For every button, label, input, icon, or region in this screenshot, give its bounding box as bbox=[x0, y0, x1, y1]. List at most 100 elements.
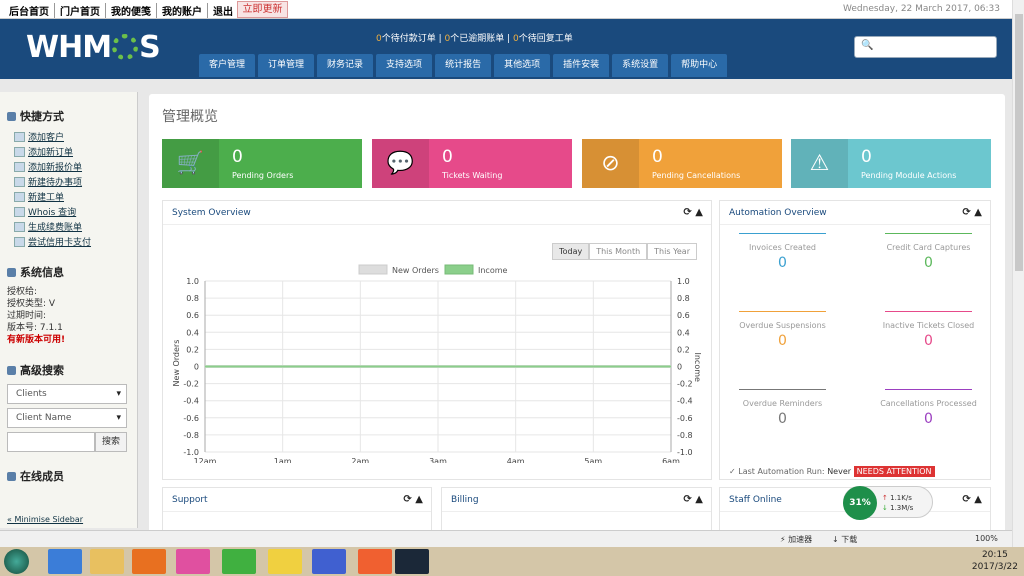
top-link-account[interactable]: 我的账户 bbox=[157, 3, 208, 18]
nav-billing[interactable]: 财务记录 bbox=[317, 54, 374, 77]
top-links: 后台首页 门户首页 我的便笺 我的账户 退出 bbox=[4, 3, 238, 18]
stat-bar bbox=[885, 233, 972, 234]
new-version-link[interactable]: 有新版本可用! bbox=[7, 334, 137, 346]
automation-stat[interactable]: Overdue Suspensions 0 bbox=[725, 311, 840, 349]
sysinfo-heading: 系统信息 bbox=[7, 264, 137, 280]
shortcut-new-ticket[interactable]: 新建工单 bbox=[14, 190, 137, 203]
collapse-icon[interactable]: ▲ bbox=[695, 207, 703, 218]
automation-stat-value: 0 bbox=[924, 333, 933, 349]
stat-bar bbox=[885, 311, 972, 312]
nav-clients[interactable]: 客户管理 bbox=[199, 54, 256, 77]
refresh-icon[interactable]: ⟳ bbox=[683, 494, 691, 505]
panel-title: Staff Online bbox=[729, 495, 782, 505]
collapse-icon[interactable]: ▲ bbox=[974, 494, 982, 505]
refresh-icon[interactable]: ⟳ bbox=[683, 207, 691, 218]
nav-setup[interactable]: 系统设置 bbox=[612, 54, 669, 77]
shortcut-add-order[interactable]: 添加新订单 bbox=[14, 145, 137, 158]
collapse-icon[interactable]: ▲ bbox=[695, 494, 703, 505]
overdue-invoices-alert[interactable]: 个已逾期账单 bbox=[450, 34, 504, 44]
needs-attention-badge[interactable]: NEEDS ATTENTION bbox=[853, 466, 935, 477]
top-link-notes[interactable]: 我的便笺 bbox=[106, 3, 157, 18]
pending-orders-alert[interactable]: 个待付款订单 bbox=[382, 34, 436, 44]
alert-summary: 0个待付款订单 | 0个已逾期账单 | 0个待回复工单 bbox=[376, 34, 573, 44]
top-link-admin-home[interactable]: 后台首页 bbox=[4, 3, 55, 18]
update-now-button[interactable]: 立即更新 bbox=[237, 1, 288, 18]
whmcs-logo[interactable]: WHM S bbox=[26, 30, 161, 65]
advanced-search-input[interactable] bbox=[7, 432, 95, 452]
panel-title: Billing bbox=[451, 495, 479, 505]
download-button[interactable]: ↓ 下载 bbox=[832, 534, 857, 545]
system-clock[interactable]: 20:15 2017/3/22 bbox=[972, 549, 1018, 573]
todo-icon bbox=[14, 176, 25, 187]
ie-icon[interactable] bbox=[48, 549, 82, 574]
app-triangle-icon[interactable] bbox=[312, 549, 346, 574]
nav-utilities[interactable]: 其他选项 bbox=[494, 54, 551, 77]
start-button[interactable] bbox=[4, 549, 29, 574]
steam-icon[interactable] bbox=[395, 549, 429, 574]
shortcut-renewal-invoices[interactable]: 生成续费账单 bbox=[14, 220, 137, 233]
sidebar: 快捷方式 添加客户 添加新订单 添加新报价单 新建待办事项 新建工单 Whois… bbox=[0, 92, 138, 528]
panel-title: Support bbox=[172, 495, 208, 505]
y2-tick-label: 1.0 bbox=[677, 277, 690, 286]
automation-stat[interactable]: Inactive Tickets Closed 0 bbox=[871, 311, 986, 349]
automation-stat[interactable]: Cancellations Processed 0 bbox=[871, 389, 986, 427]
automation-stat[interactable]: Overdue Reminders 0 bbox=[725, 389, 840, 427]
tab-this-month[interactable]: This Month bbox=[589, 243, 648, 260]
shortcut-add-client[interactable]: 添加客户 bbox=[14, 130, 137, 143]
automation-stat[interactable]: Invoices Created 0 bbox=[725, 233, 840, 271]
nav-orders[interactable]: 订单管理 bbox=[258, 54, 315, 77]
automation-stat[interactable]: Credit Card Captures 0 bbox=[871, 233, 986, 271]
chrome-icon[interactable] bbox=[176, 549, 210, 574]
accelerator-button[interactable]: ⚡ 加速器 bbox=[780, 534, 812, 545]
search-type-select[interactable]: Clients bbox=[7, 384, 127, 404]
collapse-icon[interactable]: ▲ bbox=[415, 494, 423, 505]
music-icon[interactable] bbox=[268, 549, 302, 574]
top-link-portal-home[interactable]: 门户首页 bbox=[55, 3, 106, 18]
stat-tickets-waiting[interactable]: 💬 0 Tickets Waiting bbox=[372, 139, 572, 188]
shortcut-whois[interactable]: Whois 查询 bbox=[14, 205, 137, 218]
minimise-sidebar-link[interactable]: « Minimise Sidebar bbox=[7, 515, 83, 524]
shortcut-cc-payment[interactable]: 尝试信用卡支付 bbox=[14, 235, 137, 248]
search-icon: 🔍 bbox=[861, 40, 874, 51]
refresh-icon[interactable]: ⟳ bbox=[962, 494, 970, 505]
search-input[interactable]: 🔍 bbox=[854, 36, 997, 58]
vertical-scrollbar[interactable] bbox=[1012, 0, 1024, 547]
tab-today[interactable]: Today bbox=[552, 243, 590, 260]
scrollbar-thumb[interactable] bbox=[1015, 14, 1023, 271]
zoom-level[interactable]: 100% bbox=[975, 534, 998, 543]
y-tick-label: -1.0 bbox=[183, 448, 199, 457]
nav-reports[interactable]: 统计报告 bbox=[435, 54, 492, 77]
refresh-icon[interactable]: ⟳ bbox=[403, 494, 411, 505]
automation-stat-label: Overdue Reminders bbox=[742, 399, 823, 408]
refresh-icon[interactable]: ⟳ bbox=[962, 207, 970, 218]
link-icon bbox=[7, 111, 16, 121]
stat-pending-cancellations[interactable]: ⊘ 0 Pending Cancellations bbox=[582, 139, 782, 188]
collapse-icon[interactable]: ▲ bbox=[974, 207, 982, 218]
network-monitor-widget[interactable]: 31% ↑ 1.1K/s ↓ 1.3M/s bbox=[843, 486, 933, 520]
awaiting-tickets-alert[interactable]: 个待回复工单 bbox=[519, 34, 573, 44]
tab-this-year[interactable]: This Year bbox=[647, 243, 697, 260]
nav-support[interactable]: 支持选项 bbox=[376, 54, 433, 77]
gear-icon bbox=[112, 34, 139, 60]
top-link-logout[interactable]: 退出 bbox=[208, 3, 238, 18]
stat-pending-orders[interactable]: 🛒 0 Pending Orders bbox=[162, 139, 362, 188]
shortcut-add-todo[interactable]: 新建待办事项 bbox=[14, 175, 137, 188]
panel-header: Support ⟳ ▲ bbox=[163, 488, 431, 512]
warning-icon: ⚠ bbox=[791, 139, 848, 188]
x-tick-label: 3am bbox=[429, 457, 447, 463]
app-grid-icon[interactable] bbox=[358, 549, 392, 574]
shortcut-add-quote[interactable]: 添加新报价单 bbox=[14, 160, 137, 173]
browser-green-icon[interactable] bbox=[222, 549, 256, 574]
panel-tools: ⟳ ▲ bbox=[962, 494, 982, 505]
nav-help[interactable]: 帮助中心 bbox=[671, 54, 728, 77]
stat-pending-module-actions[interactable]: ⚠ 0 Pending Module Actions bbox=[791, 139, 991, 188]
advanced-search-button[interactable]: 搜索 bbox=[95, 432, 127, 452]
folder-icon[interactable] bbox=[90, 549, 124, 574]
panel-title: System Overview bbox=[172, 208, 251, 218]
search-field-select[interactable]: Client Name bbox=[7, 408, 127, 428]
license-type: 授权类型: V bbox=[7, 299, 56, 309]
y2-tick-label: 0.8 bbox=[677, 294, 690, 303]
nav-addons[interactable]: 插件安装 bbox=[553, 54, 610, 77]
media-player-icon[interactable] bbox=[132, 549, 166, 574]
panel-header: System Overview ⟳ ▲ bbox=[163, 201, 711, 225]
